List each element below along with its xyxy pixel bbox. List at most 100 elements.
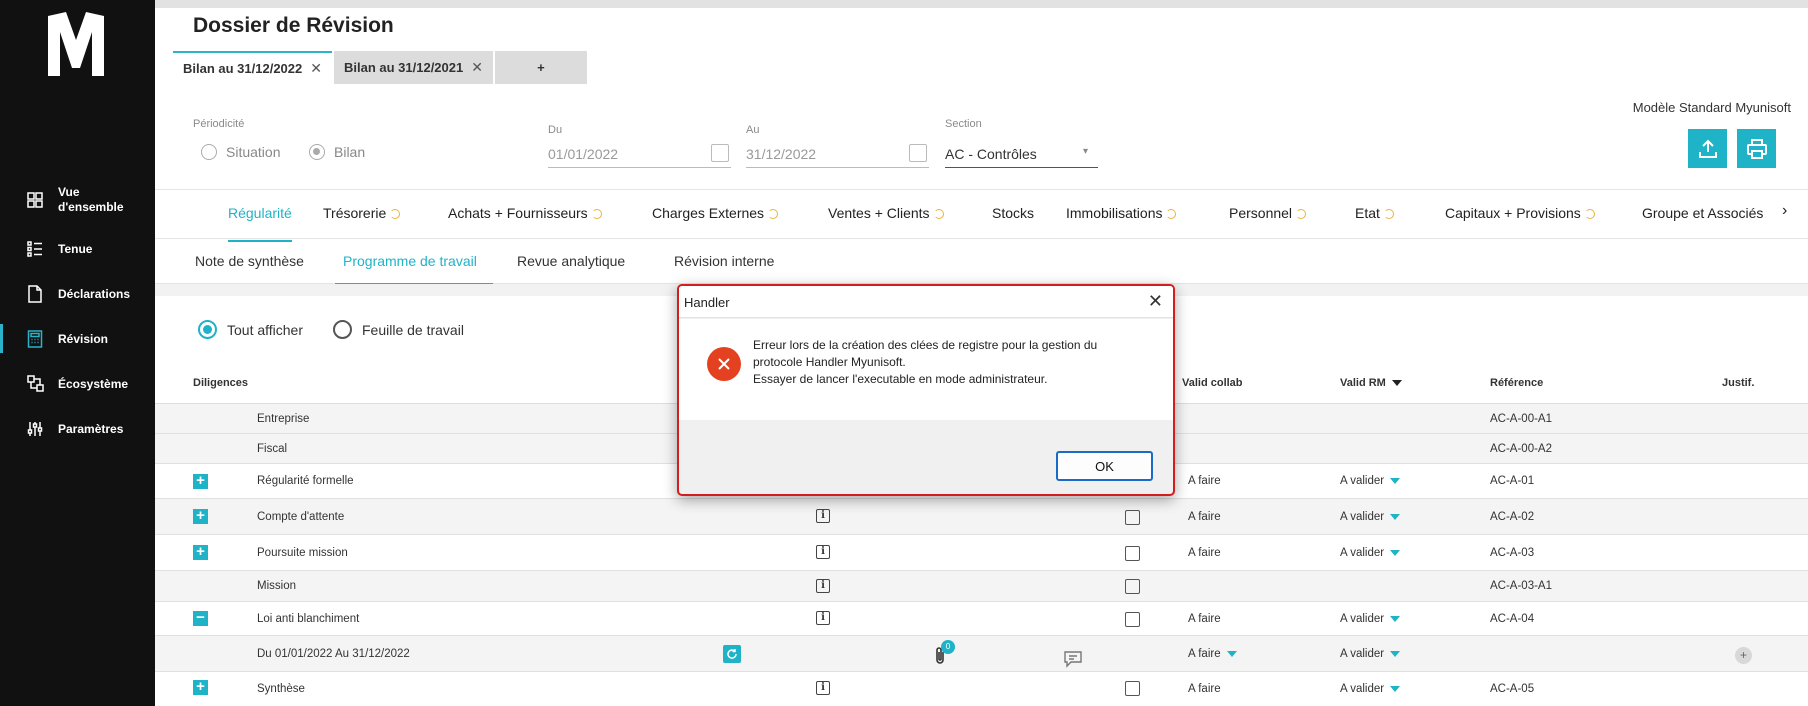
checkbox[interactable] — [1125, 681, 1140, 696]
tab-ventes-clients[interactable]: Ventes + Clients — [828, 205, 944, 221]
tab-achats-fournisseurs[interactable]: Achats + Fournisseurs — [448, 205, 602, 221]
radio-tout-afficher[interactable]: Tout afficher — [198, 320, 303, 339]
print-button[interactable] — [1737, 129, 1776, 168]
row-label: Du 01/01/2022 Au 31/12/2022 — [257, 648, 410, 660]
table-row: Mission i AC-A-03-A1 — [155, 571, 1808, 602]
loading-icon — [1584, 209, 1595, 220]
header-valid-rm[interactable]: Valid RM — [1340, 377, 1402, 389]
row-valid-rm[interactable]: A valider — [1340, 475, 1401, 487]
radio-bilan[interactable]: Bilan — [309, 144, 365, 160]
date-to-field[interactable]: 31/12/2022 — [746, 140, 929, 168]
checkbox[interactable] — [1125, 579, 1140, 594]
row-valid-collab[interactable]: A faire — [1188, 511, 1221, 523]
table-row: + Synthèse i A faire A valider AC-A-05 — [155, 672, 1808, 706]
error-dialog: Handler ✕ Erreur lors de la création des… — [677, 284, 1175, 496]
row-valid-rm[interactable]: A valider — [1340, 547, 1401, 559]
tab-note-synthese[interactable]: Note de synthèse — [195, 253, 304, 269]
sidebar-item-vue-ensemble[interactable]: Vue d'ensemble — [0, 174, 155, 226]
row-reference: AC-A-02 — [1490, 511, 1535, 523]
row-valid-collab[interactable]: A faire — [1188, 648, 1237, 660]
tab-bilan-2021[interactable]: Bilan au 31/12/2021 ✕ — [333, 51, 493, 84]
add-justif-button[interactable]: + — [1735, 647, 1752, 664]
tab-label: Stocks — [992, 205, 1035, 221]
close-icon[interactable]: ✕ — [310, 60, 322, 77]
tab-bilan-2022[interactable]: Bilan au 31/12/2022 ✕ — [173, 51, 332, 84]
row-valid-rm[interactable]: A valider — [1340, 648, 1401, 660]
tab-capitaux-provisions[interactable]: Capitaux + Provisions — [1445, 205, 1595, 221]
sidebar-item-declarations[interactable]: Déclarations — [0, 271, 155, 316]
expand-icon[interactable]: + — [193, 679, 208, 695]
tab-label: Charges Externes — [652, 205, 765, 221]
tab-stocks[interactable]: Stocks — [992, 205, 1034, 221]
tab-charges-externes[interactable]: Charges Externes — [652, 205, 779, 221]
row-valid-rm[interactable]: A valider — [1340, 511, 1401, 523]
info-icon[interactable]: i — [816, 509, 830, 523]
checkbox[interactable] — [1125, 510, 1140, 525]
myunisoft-logo[interactable] — [46, 10, 106, 78]
tab-tresorerie[interactable]: Trésorerie — [323, 205, 401, 221]
sidebar-item-tenue[interactable]: Tenue — [0, 226, 155, 271]
sidebar-item-revision[interactable]: Révision — [0, 316, 155, 361]
attachment-button[interactable]: 0 — [933, 640, 955, 669]
sub-tabs: Note de synthèse Programme de travail Re… — [155, 240, 1808, 285]
calendar-icon[interactable] — [711, 144, 729, 162]
error-message-line1: Erreur lors de la création des clées de … — [753, 338, 1098, 352]
header-justif: Justif. — [1722, 377, 1755, 389]
row-reference: AC-A-03-A1 — [1490, 580, 1552, 592]
sidebar-item-ecosysteme[interactable]: Écosystème — [0, 361, 155, 406]
expand-icon[interactable]: + — [193, 544, 208, 560]
section-label: Section — [945, 118, 982, 130]
row-valid-collab[interactable]: A faire — [1188, 547, 1221, 559]
tab-revision-interne[interactable]: Révision interne — [674, 253, 774, 269]
info-icon[interactable]: i — [816, 611, 830, 625]
date-from-field[interactable]: 01/01/2022 — [548, 140, 731, 168]
ok-button[interactable]: OK — [1056, 451, 1153, 481]
loading-icon — [933, 209, 944, 220]
tab-revue-analytique[interactable]: Revue analytique — [517, 253, 625, 269]
add-tab-button[interactable]: + — [494, 51, 587, 84]
tab-programme-travail[interactable]: Programme de travail — [335, 253, 493, 285]
row-valid-collab[interactable]: A faire — [1188, 613, 1221, 625]
close-icon[interactable]: ✕ — [1148, 291, 1163, 312]
row-valid-collab[interactable]: A faire — [1188, 683, 1221, 695]
radio-circle — [333, 320, 352, 339]
rm-label: A valider — [1340, 683, 1385, 695]
tab-etat[interactable]: Etat — [1355, 205, 1394, 221]
expand-icon[interactable]: + — [193, 473, 208, 489]
sidebar-item-label: Tenue — [58, 241, 93, 256]
sidebar-item-parametres[interactable]: Paramètres — [0, 406, 155, 451]
sidebar-item-label: Révision — [58, 331, 109, 346]
calendar-icon[interactable] — [909, 144, 927, 162]
tab-regularite[interactable]: Régularité — [228, 205, 292, 242]
checkbox[interactable] — [1125, 546, 1140, 561]
row-valid-rm[interactable]: A valider — [1340, 683, 1401, 695]
radio-feuille-travail[interactable]: Feuille de travail — [333, 320, 464, 339]
filters-panel: Périodicité Situation Bilan Du 01/01/202… — [193, 110, 1793, 190]
comment-button[interactable] — [1063, 650, 1083, 671]
row-valid-collab[interactable]: A faire — [1188, 475, 1221, 487]
modele-label: Modèle Standard Myunisoft — [1632, 100, 1791, 115]
radio-situation[interactable]: Situation — [201, 144, 280, 160]
tab-groupe-associes[interactable]: Groupe et Associés — [1642, 205, 1763, 221]
checkbox[interactable] — [1125, 612, 1140, 627]
section-value: AC - Contrôles — [945, 146, 1037, 162]
info-icon[interactable]: i — [816, 681, 830, 695]
info-icon[interactable]: i — [816, 579, 830, 593]
row-valid-rm[interactable]: A valider — [1340, 613, 1401, 625]
chevron-right-icon[interactable]: › — [1782, 202, 1787, 220]
refresh-button[interactable] — [723, 645, 741, 663]
close-icon[interactable]: ✕ — [471, 59, 483, 76]
loading-icon — [390, 209, 401, 220]
tab-personnel[interactable]: Personnel — [1229, 205, 1307, 221]
row-reference: AC-A-01 — [1490, 475, 1535, 487]
expand-icon[interactable]: + — [193, 508, 208, 524]
info-icon[interactable]: i — [816, 545, 830, 559]
collapse-icon[interactable]: − — [193, 610, 208, 626]
radio-circle — [201, 144, 217, 160]
section-select[interactable]: AC - Contrôles ▾ — [945, 140, 1098, 168]
export-button[interactable] — [1688, 129, 1727, 168]
row-label: Fiscal — [257, 443, 288, 455]
file-tabs: Bilan au 31/12/2022 ✕ Bilan au 31/12/202… — [173, 51, 587, 84]
tab-label: Régularité — [228, 205, 292, 221]
tab-immobilisations[interactable]: Immobilisations — [1066, 205, 1177, 221]
